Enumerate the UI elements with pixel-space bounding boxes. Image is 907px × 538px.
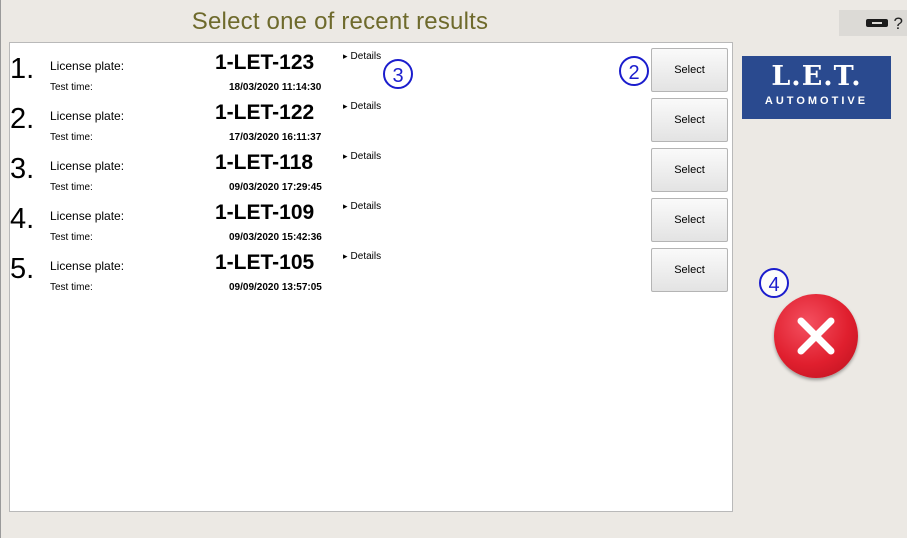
test-time-value: 09/03/2020 15:42:36 [229, 232, 322, 243]
test-time-value: 09/03/2020 17:29:45 [229, 182, 322, 193]
result-index: 4. [10, 203, 35, 235]
close-icon [797, 317, 835, 355]
result-row-4: 4. License plate: Test time: 1-LET-109 D… [10, 198, 730, 249]
details-link[interactable]: Details [343, 101, 382, 112]
details-link[interactable]: Details [343, 251, 382, 262]
test-time-label: Test time: [50, 182, 93, 193]
license-plate-value: 1-LET-109 [215, 201, 315, 224]
test-time-label: Test time: [50, 132, 93, 143]
result-row-2: 2. License plate: Test time: 1-LET-122 D… [10, 98, 730, 149]
help-icon[interactable]: ? [894, 15, 903, 32]
window-left-border [0, 0, 1, 538]
details-link[interactable]: Details [343, 151, 382, 162]
select-button-5[interactable]: Select [651, 248, 728, 292]
result-index: 2. [10, 103, 35, 135]
test-time-value: 18/03/2020 11:14:30 [229, 82, 322, 93]
select-button-2[interactable]: Select [651, 98, 728, 142]
select-button-1[interactable]: Select [651, 48, 728, 92]
test-time-label: Test time: [50, 82, 93, 93]
details-link[interactable]: Details [343, 201, 382, 212]
result-row-5: 5. License plate: Test time: 1-LET-105 D… [10, 248, 730, 299]
let-automotive-logo: L.E.T. AUTOMOTIVE [742, 56, 891, 119]
test-time-value: 09/09/2020 13:57:05 [229, 282, 322, 293]
license-plate-value: 1-LET-123 [215, 51, 315, 74]
cancel-button[interactable] [774, 294, 858, 378]
license-plate-value: 1-LET-122 [215, 101, 315, 124]
details-link[interactable]: Details [343, 51, 382, 62]
license-plate-value: 1-LET-105 [215, 251, 315, 274]
result-index: 3. [10, 153, 35, 185]
page-title: Select one of recent results [191, 8, 489, 35]
battery-icon [865, 19, 888, 27]
license-plate-value: 1-LET-118 [215, 151, 314, 174]
result-row-3: 3. License plate: Test time: 1-LET-118 D… [10, 148, 730, 199]
logo-subtitle: AUTOMOTIVE [764, 95, 869, 107]
license-plate-label: License plate: [50, 59, 125, 73]
test-time-value: 17/03/2020 16:11:37 [229, 132, 322, 143]
test-time-label: Test time: [50, 282, 93, 293]
test-time-label: Test time: [50, 232, 93, 243]
logo-wordmark: L.E.T. [771, 61, 862, 92]
top-toolbar: ? [839, 10, 907, 36]
callout-marker: 3 [383, 59, 413, 89]
results-list: 1. License plate: Test time: 1-LET-123 D… [9, 42, 733, 512]
callout-marker: 2 [619, 56, 649, 86]
license-plate-label: License plate: [50, 259, 125, 273]
result-index: 1. [10, 53, 35, 85]
result-index: 5. [10, 253, 35, 285]
select-button-4[interactable]: Select [651, 198, 728, 242]
license-plate-label: License plate: [50, 109, 125, 123]
license-plate-label: License plate: [50, 159, 125, 173]
select-button-3[interactable]: Select [651, 148, 728, 192]
license-plate-label: License plate: [50, 209, 125, 223]
